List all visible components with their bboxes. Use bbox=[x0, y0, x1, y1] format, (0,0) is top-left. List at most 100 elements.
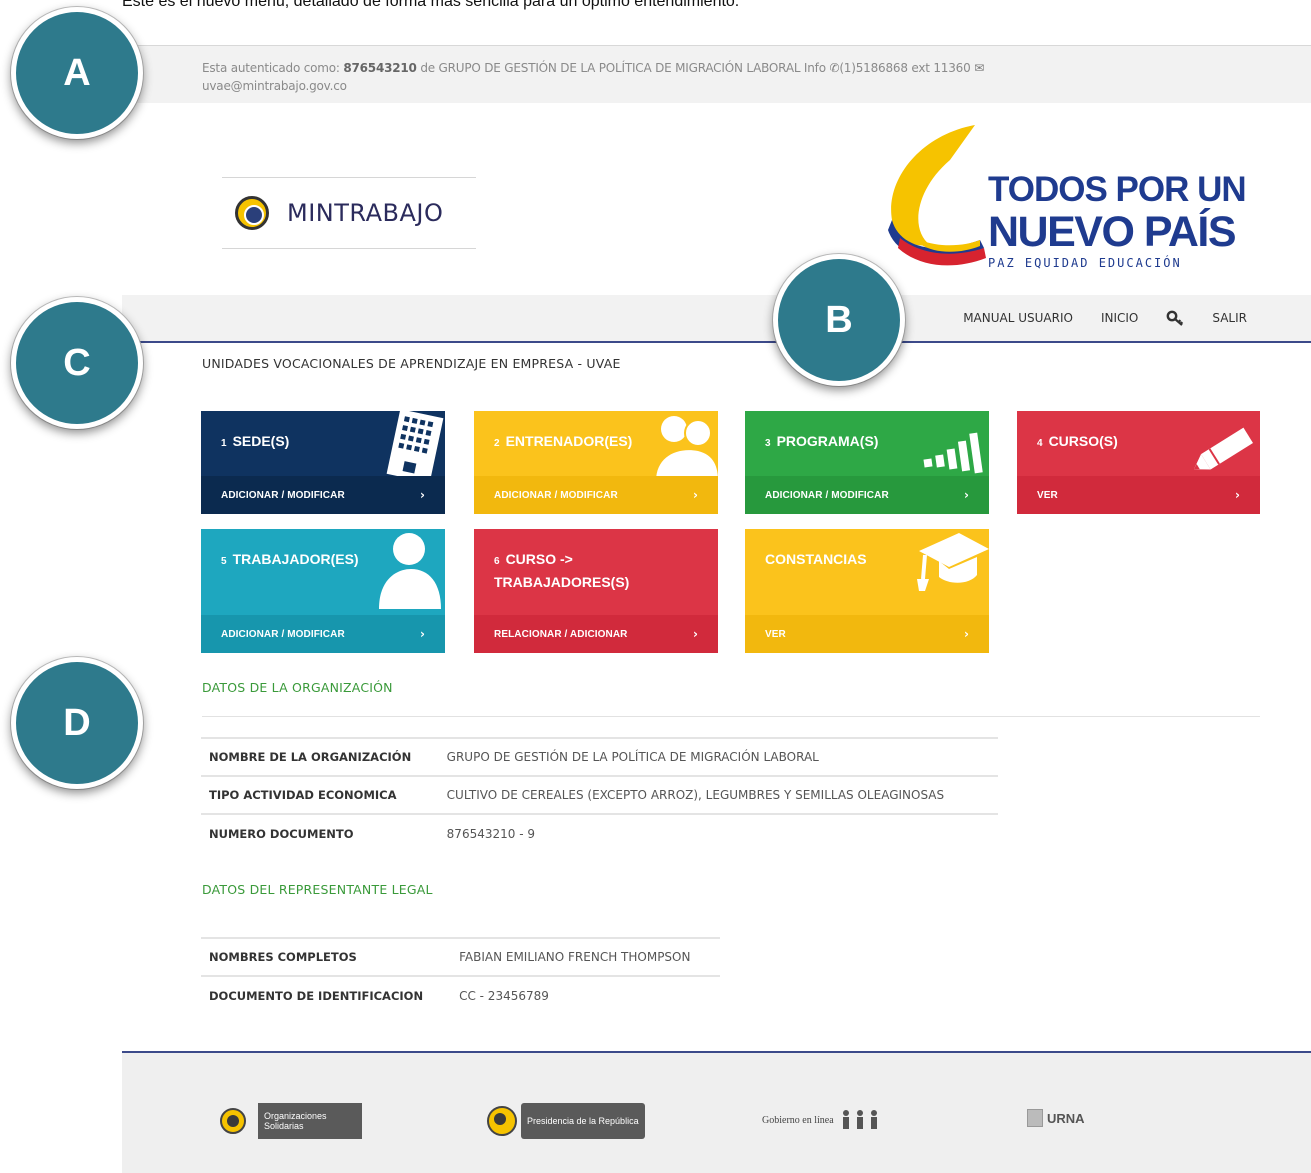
tile-cursos[interactable]: 4 CURSO(S) VER › bbox=[1017, 411, 1260, 514]
urna-icon bbox=[1027, 1109, 1043, 1127]
top-navbar: MANUAL USUARIO INICIO SALIR bbox=[122, 295, 1311, 343]
tile-trabajadores-footer[interactable]: ADICIONAR / MODIFICAR › bbox=[201, 615, 445, 653]
chevron-right-icon: › bbox=[693, 488, 698, 502]
org-solidarias-badge: Organizaciones Solidarias bbox=[258, 1103, 362, 1139]
chevron-right-icon: › bbox=[420, 488, 425, 502]
chevron-right-icon: › bbox=[693, 627, 698, 641]
footer-logo-gobierno-en-linea[interactable]: Gobierno en línea bbox=[762, 1109, 882, 1131]
tile-trabajadores-label: 5 TRABAJADOR(ES) bbox=[221, 551, 359, 567]
auth-bar: Esta autenticado como: 876543210 de GRUP… bbox=[122, 45, 1311, 103]
auth-user-id: 876543210 bbox=[343, 61, 417, 75]
rep-name-value: FABIAN EMILIANO FRENCH THOMPSON bbox=[451, 937, 720, 976]
tile-constancias[interactable]: CONSTANCIAS VER › bbox=[745, 529, 989, 653]
coat-of-arms-icon bbox=[220, 1108, 246, 1134]
rep-doc-value: CC - 23456789 bbox=[451, 975, 720, 1014]
campaign-line2: NUEVO PAÍS bbox=[988, 208, 1237, 256]
nav-inicio[interactable]: INICIO bbox=[1101, 311, 1138, 325]
tile-entrenadores[interactable]: 2 ENTRENADOR(ES) ADICIONAR / MODIFICAR › bbox=[474, 411, 718, 514]
org-name-key: NOMBRE DE LA ORGANIZACIÓN bbox=[201, 737, 439, 776]
phone-icon: ✆ bbox=[829, 61, 840, 75]
footer-logo-urna-de-cristal[interactable]: URNA bbox=[1027, 1109, 1085, 1127]
tile-constancias-footer[interactable]: VER › bbox=[745, 615, 989, 653]
campaign-logo: TODOS POR UN NUEVO PAÍS PAZ EQUIDAD EDUC… bbox=[880, 120, 1247, 280]
tile-programas-footer[interactable]: ADICIONAR / MODIFICAR › bbox=[745, 476, 989, 514]
pencil-icon bbox=[1193, 427, 1253, 470]
rep-heading: DATOS DEL REPRESENTANTE LEGAL bbox=[202, 882, 433, 897]
auth-org: de GRUPO DE GESTIÓN DE LA POLÍTICA DE MI… bbox=[416, 61, 830, 75]
page-caption: Este es el nuevo menú, detallado de form… bbox=[122, 0, 740, 10]
callout-d: D bbox=[11, 657, 143, 789]
tile-programas-action: ADICIONAR / MODIFICAR bbox=[765, 490, 889, 501]
chevron-right-icon: › bbox=[1235, 488, 1240, 502]
table-row: DOCUMENTO DE IDENTIFICACION CC - 2345678… bbox=[201, 975, 720, 1014]
tile-curso-trabajadores-action: RELACIONAR / ADICIONAR bbox=[494, 629, 628, 640]
tile-curso-trabajadores-footer[interactable]: RELACIONAR / ADICIONAR › bbox=[474, 615, 718, 653]
building-icon bbox=[386, 411, 444, 483]
footer: Organizaciones Solidarias Presidencia de… bbox=[122, 1051, 1311, 1173]
tile-curso-trabajadores-label: 6 CURSO -> TRABAJADORES(S) bbox=[494, 551, 630, 590]
table-row: NUMERO DOCUMENTO 876543210 - 9 bbox=[201, 813, 998, 852]
org-name-value: GRUPO DE GESTIÓN DE LA POLÍTICA DE MIGRA… bbox=[438, 737, 998, 776]
callout-c: C bbox=[11, 297, 143, 429]
tile-entrenadores-footer[interactable]: ADICIONAR / MODIFICAR › bbox=[474, 476, 718, 514]
mintrabajo-logo-text: MINTRABAJO bbox=[287, 199, 444, 227]
nav-salir[interactable]: SALIR bbox=[1212, 311, 1247, 325]
coat-of-arms-icon bbox=[235, 196, 269, 230]
auth-text: Esta autenticado como: 876543210 de GRUP… bbox=[202, 59, 1162, 95]
rep-doc-key: DOCUMENTO DE IDENTIFICACION bbox=[201, 975, 452, 1014]
table-row: TIPO ACTIVIDAD ECONOMICA CULTIVO DE CERE… bbox=[201, 775, 998, 814]
org-table: NOMBRE DE LA ORGANIZACIÓN GRUPO DE GESTI… bbox=[201, 737, 998, 852]
gobierno-en-linea-text: Gobierno en línea bbox=[762, 1114, 834, 1126]
coat-of-arms-icon bbox=[487, 1106, 517, 1136]
mintrabajo-logo[interactable]: MINTRABAJO bbox=[222, 177, 476, 249]
tile-sedes-label: 1 SEDE(S) bbox=[221, 433, 290, 449]
chevron-right-icon: › bbox=[964, 488, 969, 502]
tile-sedes[interactable]: 1 SEDE(S) ADICIONAR / MODIFICAR › bbox=[201, 411, 445, 514]
campaign-line3: PAZ EQUIDAD EDUCACIÓN bbox=[988, 256, 1182, 270]
tile-cursos-footer[interactable]: VER › bbox=[1017, 476, 1260, 514]
org-heading: DATOS DE LA ORGANIZACIÓN bbox=[202, 680, 393, 695]
user-icon bbox=[379, 533, 441, 609]
auth-email[interactable]: uvae@mintrabajo.gov.co bbox=[202, 79, 347, 93]
tile-trabajadores-action: ADICIONAR / MODIFICAR bbox=[221, 629, 345, 640]
tile-sedes-footer[interactable]: ADICIONAR / MODIFICAR › bbox=[201, 476, 445, 514]
table-row: NOMBRES COMPLETOS FABIAN EMILIANO FRENCH… bbox=[201, 937, 720, 976]
people-icon bbox=[842, 1110, 877, 1129]
nav-menu: MANUAL USUARIO INICIO SALIR bbox=[935, 310, 1247, 326]
org-doc-value: 876543210 - 9 bbox=[438, 813, 998, 852]
tile-entrenadores-label: 2 ENTRENADOR(ES) bbox=[494, 433, 633, 449]
org-activity-key: TIPO ACTIVIDAD ECONOMICA bbox=[201, 775, 439, 814]
org-doc-key: NUMERO DOCUMENTO bbox=[201, 813, 439, 852]
signal-bars-icon bbox=[923, 432, 983, 474]
tile-cursos-label: 4 CURSO(S) bbox=[1037, 433, 1118, 449]
tile-constancias-label: CONSTANCIAS bbox=[765, 551, 867, 567]
tile-trabajadores[interactable]: 5 TRABAJADOR(ES) ADICIONAR / MODIFICAR › bbox=[201, 529, 445, 653]
users-icon bbox=[656, 416, 718, 481]
rep-name-key: NOMBRES COMPLETOS bbox=[201, 937, 452, 976]
tile-curso-trabajadores[interactable]: 6 CURSO -> TRABAJADORES(S) RELACIONAR / AD… bbox=[474, 529, 718, 653]
uvae-section-title: UNIDADES VOCACIONALES DE APRENDIZAJE EN … bbox=[202, 356, 621, 371]
auth-prefix: Esta autenticado como: bbox=[202, 61, 344, 75]
footer-logo-presidencia[interactable]: Presidencia de la República bbox=[487, 1103, 645, 1139]
tile-programas[interactable]: 3 PROGRAMA(S) ADICIONAR / MODIFICAR › bbox=[745, 411, 989, 514]
tile-entrenadores-action: ADICIONAR / MODIFICAR bbox=[494, 490, 618, 501]
tile-cursos-action: VER bbox=[1037, 490, 1058, 501]
tile-sedes-action: ADICIONAR / MODIFICAR bbox=[221, 490, 345, 501]
org-divider bbox=[202, 716, 1260, 717]
chevron-right-icon: › bbox=[964, 627, 969, 641]
org-activity-value: CULTIVO DE CEREALES (EXCEPTO ARROZ), LEG… bbox=[438, 775, 998, 814]
rep-table: NOMBRES COMPLETOS FABIAN EMILIANO FRENCH… bbox=[201, 937, 720, 1014]
footer-logo-organizaciones-solidarias[interactable]: Organizaciones Solidarias bbox=[220, 1103, 362, 1139]
auth-phone: (1)5186868 ext 11360 bbox=[839, 61, 971, 75]
chevron-right-icon: › bbox=[420, 627, 425, 641]
presidencia-badge: Presidencia de la República bbox=[521, 1103, 645, 1139]
graduation-cap-icon bbox=[917, 533, 989, 591]
urna-text: URNA bbox=[1047, 1110, 1085, 1126]
key-icon[interactable] bbox=[1166, 310, 1184, 326]
tile-constancias-action: VER bbox=[765, 629, 786, 640]
tile-programas-label: 3 PROGRAMA(S) bbox=[765, 433, 879, 449]
campaign-line1: TODOS POR UN bbox=[988, 170, 1247, 209]
table-row: NOMBRE DE LA ORGANIZACIÓN GRUPO DE GESTI… bbox=[201, 737, 998, 776]
callout-a: A bbox=[11, 7, 143, 139]
nav-manual-usuario[interactable]: MANUAL USUARIO bbox=[963, 311, 1073, 325]
